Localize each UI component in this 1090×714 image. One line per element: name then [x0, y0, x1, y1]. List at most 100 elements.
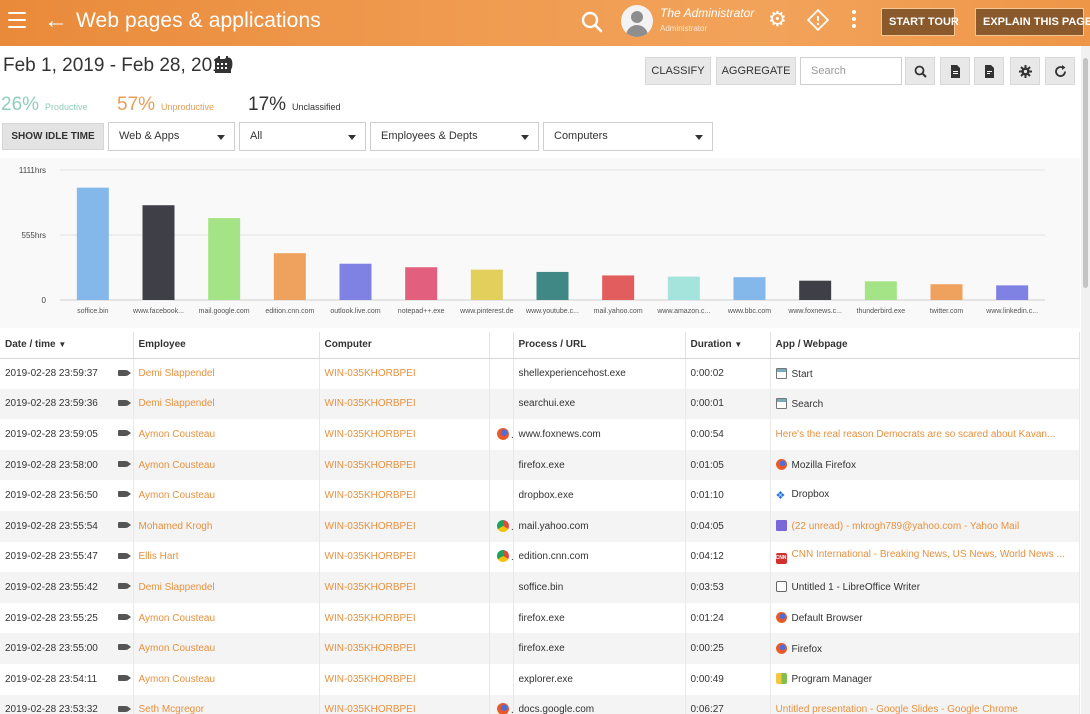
search-icon[interactable]	[580, 10, 604, 34]
aggregate-button[interactable]: AGGREGATE	[716, 57, 796, 85]
video-camera-icon[interactable]	[117, 644, 127, 651]
cell-employee[interactable]: Aymon Cousteau	[133, 663, 320, 695]
cell-computer[interactable]: WIN-035KHORBPEI	[319, 602, 490, 634]
cell-app[interactable]: Mozilla Firefox	[770, 449, 1080, 481]
cell-employee[interactable]: Aymon Cousteau	[133, 633, 320, 664]
computer-link[interactable]: WIN-035KHORBPEI	[325, 582, 416, 593]
cell-app[interactable]: Untitled presentation - Google Slides - …	[770, 694, 1080, 714]
show-idle-time-button[interactable]: SHOW IDLE TIME	[2, 123, 104, 150]
menu-icon[interactable]	[8, 12, 26, 28]
employee-link[interactable]: Demi Slappendel	[139, 398, 215, 409]
cell-app[interactable]: Start	[770, 358, 1080, 389]
employee-link[interactable]: Aymon Cousteau	[139, 429, 216, 440]
cell-app[interactable]: Untitled 1 - LibreOffice Writer	[770, 572, 1080, 603]
video-camera-icon[interactable]	[117, 613, 127, 620]
video-camera-icon[interactable]	[117, 430, 127, 437]
chart-bar[interactable]	[339, 263, 372, 300]
cell-employee[interactable]: Aymon Cousteau	[133, 480, 320, 511]
col-computer[interactable]: Computer	[319, 332, 490, 359]
cell-computer[interactable]: WIN-035KHORBPEI	[319, 572, 490, 603]
back-arrow-icon[interactable]: ←	[44, 7, 68, 35]
video-camera-icon[interactable]	[117, 583, 127, 590]
computer-link[interactable]: WIN-035KHORBPEI	[325, 521, 416, 532]
cell-computer[interactable]: WIN-035KHORBPEI	[319, 694, 490, 714]
cell-computer[interactable]: WIN-035KHORBPEI	[319, 510, 490, 542]
employee-link[interactable]: Demi Slappendel	[139, 582, 215, 593]
app-text[interactable]: Here's the real reason Democrats are so …	[776, 429, 1056, 440]
table-row[interactable]: 2019-02-28 23:56:50 Aymon Cousteau WIN-035…	[0, 480, 1080, 511]
video-camera-icon[interactable]	[117, 460, 127, 467]
col-duration[interactable]: Duration ▼	[685, 332, 771, 359]
computer-link[interactable]: WIN-035KHORBPEI	[325, 551, 416, 562]
video-camera-icon[interactable]	[117, 399, 127, 406]
computer-link[interactable]: WIN-035KHORBPEI	[325, 398, 416, 409]
computer-link[interactable]: WIN-035KHORBPEI	[325, 490, 416, 501]
cell-app[interactable]: Program Manager	[770, 663, 1080, 695]
chart-bar[interactable]	[799, 280, 832, 300]
computer-link[interactable]: WIN-035KHORBPEI	[325, 643, 416, 654]
video-camera-icon[interactable]	[117, 552, 127, 559]
cell-computer[interactable]: WIN-035KHORBPEI	[319, 541, 490, 573]
employee-link[interactable]: Aymon Cousteau	[139, 643, 216, 654]
alert-icon[interactable]	[806, 8, 830, 32]
chart-bar[interactable]	[76, 187, 109, 300]
video-camera-icon[interactable]	[117, 369, 127, 376]
more-options-icon[interactable]	[852, 10, 856, 31]
user-name[interactable]: The Administrator	[660, 6, 754, 20]
cell-employee[interactable]: Demi Slappendel	[133, 388, 320, 420]
cell-employee[interactable]: Demi Slappendel	[133, 358, 320, 389]
settings-button[interactable]	[1010, 57, 1040, 85]
video-camera-icon[interactable]	[117, 705, 127, 712]
refresh-button[interactable]	[1045, 57, 1075, 85]
computer-link[interactable]: WIN-035KHORBPEI	[325, 613, 416, 624]
table-row[interactable]: 2019-02-28 23:55:00 Aymon Cousteau WIN-035…	[0, 633, 1080, 664]
cell-app[interactable]: (22 unread) - mkrogh789@yahoo.com - Yaho…	[770, 510, 1080, 542]
chart-bar[interactable]	[536, 271, 569, 300]
chart-bar[interactable]	[930, 284, 963, 300]
avatar[interactable]	[621, 5, 653, 37]
cell-employee[interactable]: Mohamed Krogh	[133, 510, 320, 542]
table-row[interactable]: 2019-02-28 23:58:00 Aymon Cousteau WIN-035…	[0, 449, 1080, 481]
col-date[interactable]: Date / time ▼	[0, 332, 134, 359]
cell-employee[interactable]: Aymon Cousteau	[133, 419, 320, 450]
chart-bar[interactable]	[142, 205, 175, 300]
search-input[interactable]	[800, 57, 902, 85]
search-button[interactable]	[905, 57, 935, 85]
chart-bar[interactable]	[602, 275, 635, 300]
table-row[interactable]: 2019-02-28 23:55:25 Aymon Cousteau WIN-035…	[0, 602, 1080, 634]
employees-dropdown[interactable]: Employees & Depts	[370, 122, 539, 151]
video-camera-icon[interactable]	[117, 491, 127, 498]
table-row[interactable]: 2019-02-28 23:59:37 Demi Slappendel WIN-03…	[0, 358, 1080, 389]
chart-bar[interactable]	[405, 267, 438, 300]
employee-link[interactable]: Ellis Hart	[139, 551, 179, 562]
computers-dropdown[interactable]: Computers	[543, 122, 713, 151]
employee-link[interactable]: Aymon Cousteau	[139, 490, 216, 501]
col-employee[interactable]: Employee	[133, 332, 320, 359]
export-csv-button[interactable]	[974, 57, 1004, 85]
cell-computer[interactable]: WIN-035KHORBPEI	[319, 419, 490, 450]
chart-bar[interactable]	[733, 277, 766, 300]
table-row[interactable]: 2019-02-28 23:59:36 Demi Slappendel WIN-03…	[0, 388, 1080, 420]
cell-app[interactable]: Default Browser	[770, 602, 1080, 634]
table-row[interactable]: 2019-02-28 23:55:47 Ellis Hart WIN-035KHOR…	[0, 541, 1080, 573]
cell-computer[interactable]: WIN-035KHORBPEI	[319, 388, 490, 420]
cell-computer[interactable]: WIN-035KHORBPEI	[319, 480, 490, 511]
cell-app[interactable]: Search	[770, 388, 1080, 420]
employee-link[interactable]: Aymon Cousteau	[139, 613, 216, 624]
table-row[interactable]: 2019-02-28 23:59:05 Aymon Cousteau WIN-035…	[0, 419, 1080, 450]
start-tour-button[interactable]: START TOUR	[881, 8, 959, 36]
page-scrollbar[interactable]	[1081, 46, 1090, 714]
col-app[interactable]: App / Webpage	[770, 332, 1080, 359]
calendar-icon[interactable]	[214, 56, 232, 74]
video-camera-icon[interactable]	[117, 674, 127, 681]
chart-bar[interactable]	[667, 276, 700, 300]
chart-bar[interactable]	[208, 218, 241, 300]
col-process[interactable]: Process / URL	[513, 332, 686, 359]
app-text[interactable]: (22 unread) - mkrogh789@yahoo.com - Yaho…	[792, 521, 1020, 532]
cell-employee[interactable]: Seth Mcgregor	[133, 694, 320, 714]
cell-app[interactable]: Here's the real reason Democrats are so …	[770, 419, 1080, 450]
chart-bar[interactable]	[864, 281, 897, 300]
employee-link[interactable]: Demi Slappendel	[139, 368, 215, 379]
employee-link[interactable]: Aymon Cousteau	[139, 674, 216, 685]
cell-app[interactable]: CNN CNN International - Breaking News, US…	[770, 541, 1080, 573]
